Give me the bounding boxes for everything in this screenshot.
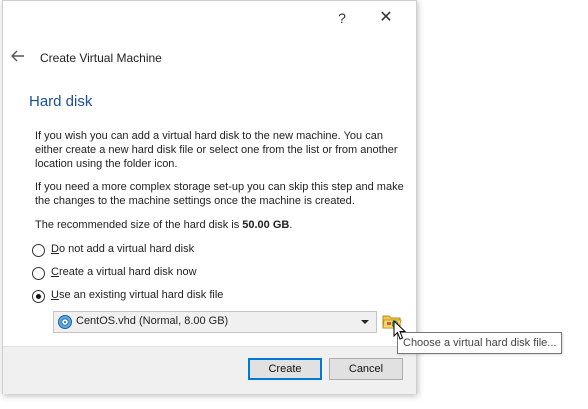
create-button[interactable]: Create — [248, 358, 322, 380]
recommended-size-text: The recommended size of the hard disk is… — [35, 218, 407, 232]
mnemonic: U — [51, 289, 59, 301]
wizard-title: Create Virtual Machine — [40, 51, 162, 65]
mouse-pointer-icon — [393, 320, 407, 340]
close-button[interactable]: ✕ — [375, 7, 397, 29]
option-label-rest: reate a virtual hard disk now — [58, 266, 197, 278]
mnemonic: C — [51, 266, 59, 278]
radio-create-disk[interactable] — [32, 267, 45, 280]
page-heading: Hard disk — [29, 93, 93, 110]
option-label[interactable]: Do not add a virtual hard disk — [51, 243, 194, 255]
hard-disk-icon — [58, 315, 72, 329]
option-label-rest: se an existing virtual hard disk file — [58, 289, 224, 301]
create-vm-dialog: ? ✕ Create Virtual Machine Hard disk If … — [2, 0, 417, 394]
disk-select-value: CentOS.vhd (Normal, 8.00 GB) — [76, 315, 229, 327]
dialog-footer: Create Cancel — [3, 346, 416, 394]
storage-paragraph: If you need a more complex storage set-u… — [35, 181, 404, 207]
intro-paragraph: If you wish you can add a virtual hard d… — [35, 130, 398, 170]
recommended-suffix: . — [289, 219, 293, 231]
back-arrow-icon[interactable] — [10, 48, 26, 64]
radio-existing-disk[interactable] — [32, 290, 45, 303]
option-label[interactable]: Use an existing virtual hard disk file — [51, 289, 223, 301]
radio-no-disk[interactable] — [32, 244, 45, 257]
wizard-header: Create Virtual Machine — [3, 41, 416, 71]
folder-tooltip: Choose a virtual hard disk file... — [397, 332, 563, 354]
title-bar: ? ✕ — [3, 1, 416, 35]
mnemonic: D — [51, 243, 59, 255]
disk-select-dropdown[interactable]: CentOS.vhd (Normal, 8.00 GB) — [53, 311, 377, 333]
recommended-prefix: The recommended size of the hard disk is — [35, 219, 243, 231]
option-label-rest: o not add a virtual hard disk — [58, 243, 195, 255]
option-label[interactable]: Create a virtual hard disk now — [51, 266, 197, 278]
recommended-size-value: 50.00 GB — [242, 219, 290, 231]
help-button[interactable]: ? — [331, 7, 353, 29]
chevron-down-icon[interactable] — [360, 317, 370, 327]
cancel-button[interactable]: Cancel — [329, 358, 403, 380]
